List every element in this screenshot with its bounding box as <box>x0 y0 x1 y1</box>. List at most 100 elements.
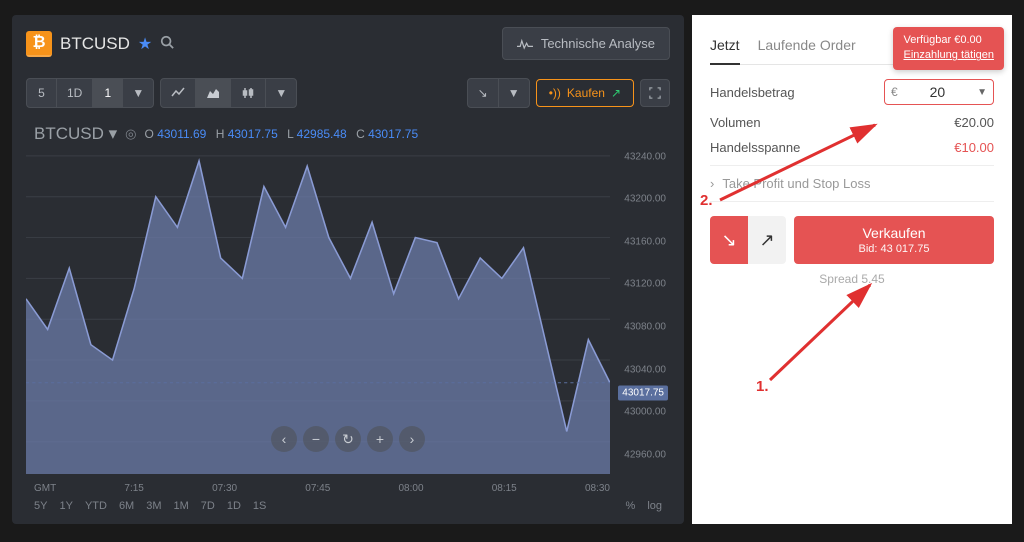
zoom-controls: ‹ − ↻ + › <box>271 426 425 452</box>
volume-row: Volumen €20.00 <box>710 115 994 130</box>
scale-percent[interactable]: % <box>626 500 636 512</box>
chart-type-group: ▼ <box>160 78 297 108</box>
range-7d[interactable]: 7D <box>201 500 215 512</box>
range-ytd[interactable]: YTD <box>85 500 107 512</box>
spread-fee-value: €10.00 <box>954 140 994 155</box>
sell-button-label: Verkaufen <box>804 225 984 241</box>
spread-fee-row: Handelsspanne €10.00 <box>710 140 994 155</box>
x-tick: 07:45 <box>305 483 330 494</box>
chart-panel: ₿ BTCUSD ★ Technische Analyse 5 1D 1 ▼ <box>12 15 684 524</box>
currency-symbol: € <box>891 85 898 99</box>
amount-label: Handelsbetrag <box>710 85 795 100</box>
bitcoin-icon: ₿ <box>26 31 52 57</box>
tab-pending[interactable]: Laufende Order <box>758 29 856 64</box>
direction-down-icon[interactable]: ↘ <box>468 79 499 107</box>
x-axis: GMT 7:15 07:30 07:45 08:00 08:15 08:30 <box>34 483 610 494</box>
arrow-up-icon: ↗ <box>611 86 621 100</box>
y-tick: 43000.00 <box>624 407 666 418</box>
reset-zoom-button[interactable]: ↻ <box>335 426 361 452</box>
pan-left-button[interactable]: ‹ <box>271 426 297 452</box>
deposit-link[interactable]: Einzahlung tätigen <box>903 48 994 63</box>
volume-label: Volumen <box>710 115 761 130</box>
x-tick: 7:15 <box>124 483 143 494</box>
favorite-star-icon[interactable]: ★ <box>138 34 152 54</box>
pulse-icon <box>517 37 533 51</box>
chevron-right-icon: › <box>710 176 714 191</box>
signal-icon: •)) <box>549 86 561 100</box>
direction-buttons: ↘ ↗ <box>710 216 786 264</box>
zoom-out-button[interactable]: − <box>303 426 329 452</box>
search-icon[interactable] <box>160 35 174 52</box>
chart-plot[interactable] <box>26 118 610 474</box>
x-tick: 08:30 <box>585 483 610 494</box>
technical-analysis-label: Technische Analyse <box>541 36 655 51</box>
buy-label: Kaufen <box>567 86 605 100</box>
amount-row: Handelsbetrag € 20 ▼ <box>710 79 994 105</box>
y-tick: 43040.00 <box>624 364 666 375</box>
zoom-in-button[interactable]: + <box>367 426 393 452</box>
y-tick: 43120.00 <box>624 279 666 290</box>
x-tick: 07:30 <box>212 483 237 494</box>
range-row: 5Y 1Y YTD 6M 3M 1M 7D 1D 1S % log <box>34 500 662 512</box>
timeframe-1[interactable]: 1 <box>93 79 123 107</box>
tab-now[interactable]: Jetzt <box>710 29 740 65</box>
line-chart-icon[interactable] <box>161 79 196 107</box>
chevron-down-icon[interactable]: ▼ <box>977 87 987 98</box>
x-tick: 08:00 <box>399 483 424 494</box>
sell-direction-button[interactable]: ↘ <box>710 216 748 264</box>
chart-type-dropdown[interactable]: ▼ <box>266 79 296 107</box>
y-tick: 42960.00 <box>624 449 666 460</box>
spread-text: Spread 5.45 <box>710 272 994 286</box>
order-tabs: Jetzt Laufende Order Verfügbar €0.00 Ein… <box>710 29 994 65</box>
gmt-label: GMT <box>34 483 56 494</box>
range-1y[interactable]: 1Y <box>59 500 72 512</box>
y-tick: 43200.00 <box>624 194 666 205</box>
spread-fee-label: Handelsspanne <box>710 140 800 155</box>
range-3m[interactable]: 3M <box>146 500 161 512</box>
amount-value: 20 <box>930 84 946 100</box>
y-tick: 43240.00 <box>624 151 666 162</box>
amount-input[interactable]: € 20 ▼ <box>884 79 994 105</box>
chart-area[interactable]: BTCUSD ▾ ◎ O 43011.69 H 43017.75 L 42985… <box>26 118 670 512</box>
range-1s[interactable]: 1S <box>253 500 266 512</box>
pan-right-button[interactable]: › <box>399 426 425 452</box>
y-axis-current-price: 43017.75 <box>618 386 668 401</box>
symbol-block: ₿ BTCUSD ★ <box>26 31 174 57</box>
y-tick: 43080.00 <box>624 321 666 332</box>
fullscreen-button[interactable] <box>640 79 670 107</box>
volume-value: €20.00 <box>954 115 994 130</box>
chart-toolbar: 5 1D 1 ▼ ▼ ↘ ▼ •)) <box>26 78 670 108</box>
candlestick-chart-icon[interactable] <box>231 79 266 107</box>
action-row: ↘ ↗ Verkaufen Bid: 43 017.75 <box>710 216 994 264</box>
timeframe-1d[interactable]: 1D <box>57 79 93 107</box>
ohlc-values: O 43011.69 H 43017.75 L 42985.48 C 43017… <box>145 127 425 141</box>
y-tick: 43160.00 <box>624 236 666 247</box>
range-6m[interactable]: 6M <box>119 500 134 512</box>
available-balance-text: Verfügbar €0.00 <box>903 33 994 48</box>
range-5y[interactable]: 5Y <box>34 500 47 512</box>
scale-log[interactable]: log <box>647 500 662 512</box>
timeframe-group: 5 1D 1 ▼ <box>26 78 154 108</box>
direction-group: ↘ ▼ <box>467 78 530 108</box>
sell-button-bid: Bid: 43 017.75 <box>804 243 984 255</box>
technical-analysis-button[interactable]: Technische Analyse <box>502 27 670 60</box>
chart-top-bar: ₿ BTCUSD ★ Technische Analyse <box>26 27 670 60</box>
tp-sl-label: Take Profit und Stop Loss <box>722 176 870 191</box>
tp-sl-toggle[interactable]: › Take Profit und Stop Loss <box>710 165 994 202</box>
area-chart-icon[interactable] <box>196 79 231 107</box>
fullscreen-icon <box>649 87 661 99</box>
direction-dropdown[interactable]: ▼ <box>499 79 529 107</box>
chart-symbol: BTCUSD ▾ <box>34 124 117 144</box>
timeframe-dropdown[interactable]: ▼ <box>123 79 153 107</box>
buy-direction-button[interactable]: ↗ <box>748 216 786 264</box>
eye-icon[interactable]: ◎ <box>125 126 136 142</box>
x-tick: 08:15 <box>492 483 517 494</box>
available-balance-tooltip: Verfügbar €0.00 Einzahlung tätigen <box>893 27 1004 70</box>
sell-button[interactable]: Verkaufen Bid: 43 017.75 <box>794 216 994 264</box>
timeframe-5[interactable]: 5 <box>27 79 57 107</box>
order-panel: ✕ Jetzt Laufende Order Verfügbar €0.00 E… <box>692 15 1012 524</box>
chart-ohlc-header: BTCUSD ▾ ◎ O 43011.69 H 43017.75 L 42985… <box>34 124 424 144</box>
range-1d[interactable]: 1D <box>227 500 241 512</box>
range-1m[interactable]: 1M <box>174 500 189 512</box>
buy-button[interactable]: •)) Kaufen ↗ <box>536 79 634 107</box>
